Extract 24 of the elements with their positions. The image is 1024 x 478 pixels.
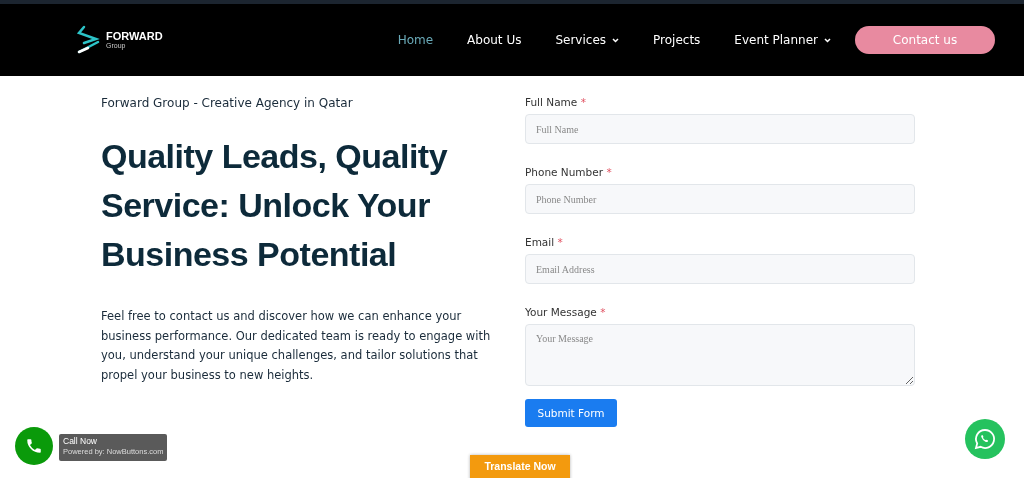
field-label: Phone Number * (525, 166, 613, 178)
nav-link[interactable]: Home (397, 33, 434, 47)
logo-icon (76, 25, 102, 55)
tagline: Forward Group - Creative Agency in Qatar (101, 96, 354, 110)
field-label: Your Message * (525, 306, 607, 318)
nav-link[interactable]: Event Planner (734, 33, 831, 47)
call-now-label: Call Now (63, 436, 98, 447)
input-field[interactable]: Full Name (525, 114, 915, 144)
chat-bubble-icon (973, 427, 997, 451)
field-label: Email * (525, 236, 564, 248)
input-field[interactable]: Phone Number (525, 184, 915, 214)
message-field[interactable]: Your Message (525, 324, 915, 386)
call-button[interactable] (15, 427, 53, 465)
hero-paragraph: Feel free to contact us and discover how we can enhance your business performance. Our dedicated team is ready to engage with you, understand your unique challenges, and tailor solutions that propel your business to new heights. (101, 308, 491, 384)
logo-name: FORWARD (106, 31, 163, 42)
nav-link[interactable]: Services (555, 33, 620, 47)
hero-heading: Quality Leads, Quality Service: Unlock Your Business Potential (101, 136, 449, 275)
phone-icon (25, 437, 43, 455)
submit-button[interactable]: Submit Form (525, 399, 617, 427)
nav-link[interactable]: Projects (653, 33, 701, 47)
input-field[interactable]: Email Address (525, 254, 915, 284)
chat-button[interactable] (965, 419, 1005, 459)
nav-link[interactable]: About Us (467, 33, 522, 47)
field-label: Full Name * (525, 96, 587, 108)
